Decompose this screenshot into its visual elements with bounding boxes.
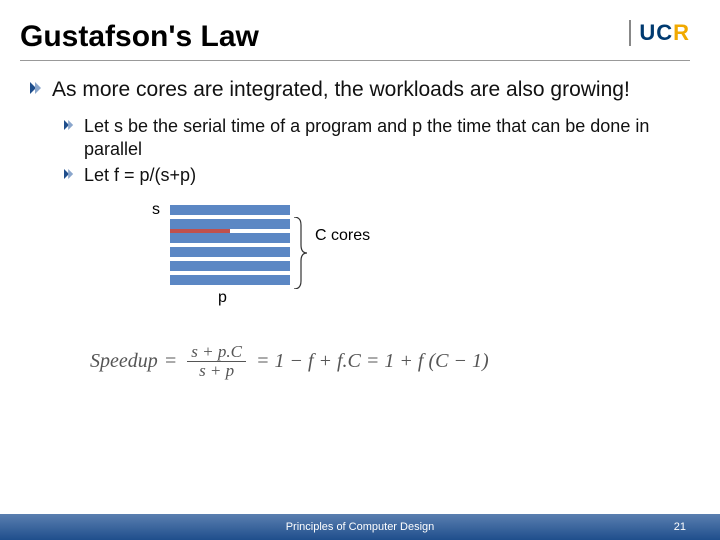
bar-parallel-3 bbox=[170, 247, 290, 257]
formula-rhs: = 1 − f + f.C = 1 + f (C − 1) bbox=[256, 350, 489, 373]
speedup-formula: Speedup = s + p.C s + p = 1 − f + f.C = … bbox=[90, 343, 690, 380]
formula-numerator: s + p.C bbox=[187, 343, 246, 362]
page-number: 21 bbox=[674, 521, 686, 533]
p-label: p bbox=[218, 289, 227, 307]
bar-parallel-2 bbox=[170, 233, 290, 243]
sub-bullet-1-text: Let s be the serial time of a program an… bbox=[84, 115, 690, 160]
slide-title: Gustafson's Law bbox=[20, 20, 259, 54]
formula-fraction: s + p.C s + p bbox=[187, 343, 246, 380]
sub-bullet-2-text: Let f = p/(s+p) bbox=[84, 164, 196, 187]
c-cores-label: C cores bbox=[315, 227, 370, 245]
sub-bullet-2: Let f = p/(s+p) bbox=[64, 164, 690, 187]
title-row: Gustafson's Law UCR bbox=[20, 20, 690, 61]
footer-text: Principles of Computer Design bbox=[286, 521, 435, 533]
bracket-icon bbox=[293, 217, 307, 289]
chevron-icon bbox=[30, 82, 42, 94]
ucr-logo: UCR bbox=[629, 20, 690, 46]
sub-bullet-1: Let s be the serial time of a program an… bbox=[64, 115, 690, 160]
bar-parallel-4 bbox=[170, 261, 290, 271]
formula-eq1: = bbox=[164, 350, 178, 373]
formula-lhs: Speedup bbox=[90, 350, 158, 373]
bar-parallel-5 bbox=[170, 275, 290, 285]
bar-parallel-1 bbox=[170, 219, 290, 229]
footer: Principles of Computer Design 21 bbox=[0, 514, 720, 540]
logo-r: R bbox=[673, 20, 690, 45]
s-label: s bbox=[152, 201, 160, 219]
main-bullet: As more cores are integrated, the worklo… bbox=[30, 77, 690, 103]
logo-c: C bbox=[656, 20, 673, 45]
bar-serial bbox=[170, 205, 290, 215]
formula-denominator: s + p bbox=[195, 362, 238, 380]
logo-u: U bbox=[639, 20, 656, 45]
main-bullet-text: As more cores are integrated, the worklo… bbox=[52, 77, 630, 103]
diagram: s C cores p bbox=[170, 199, 570, 309]
chevron-icon bbox=[64, 169, 74, 179]
chevron-icon bbox=[64, 120, 74, 130]
